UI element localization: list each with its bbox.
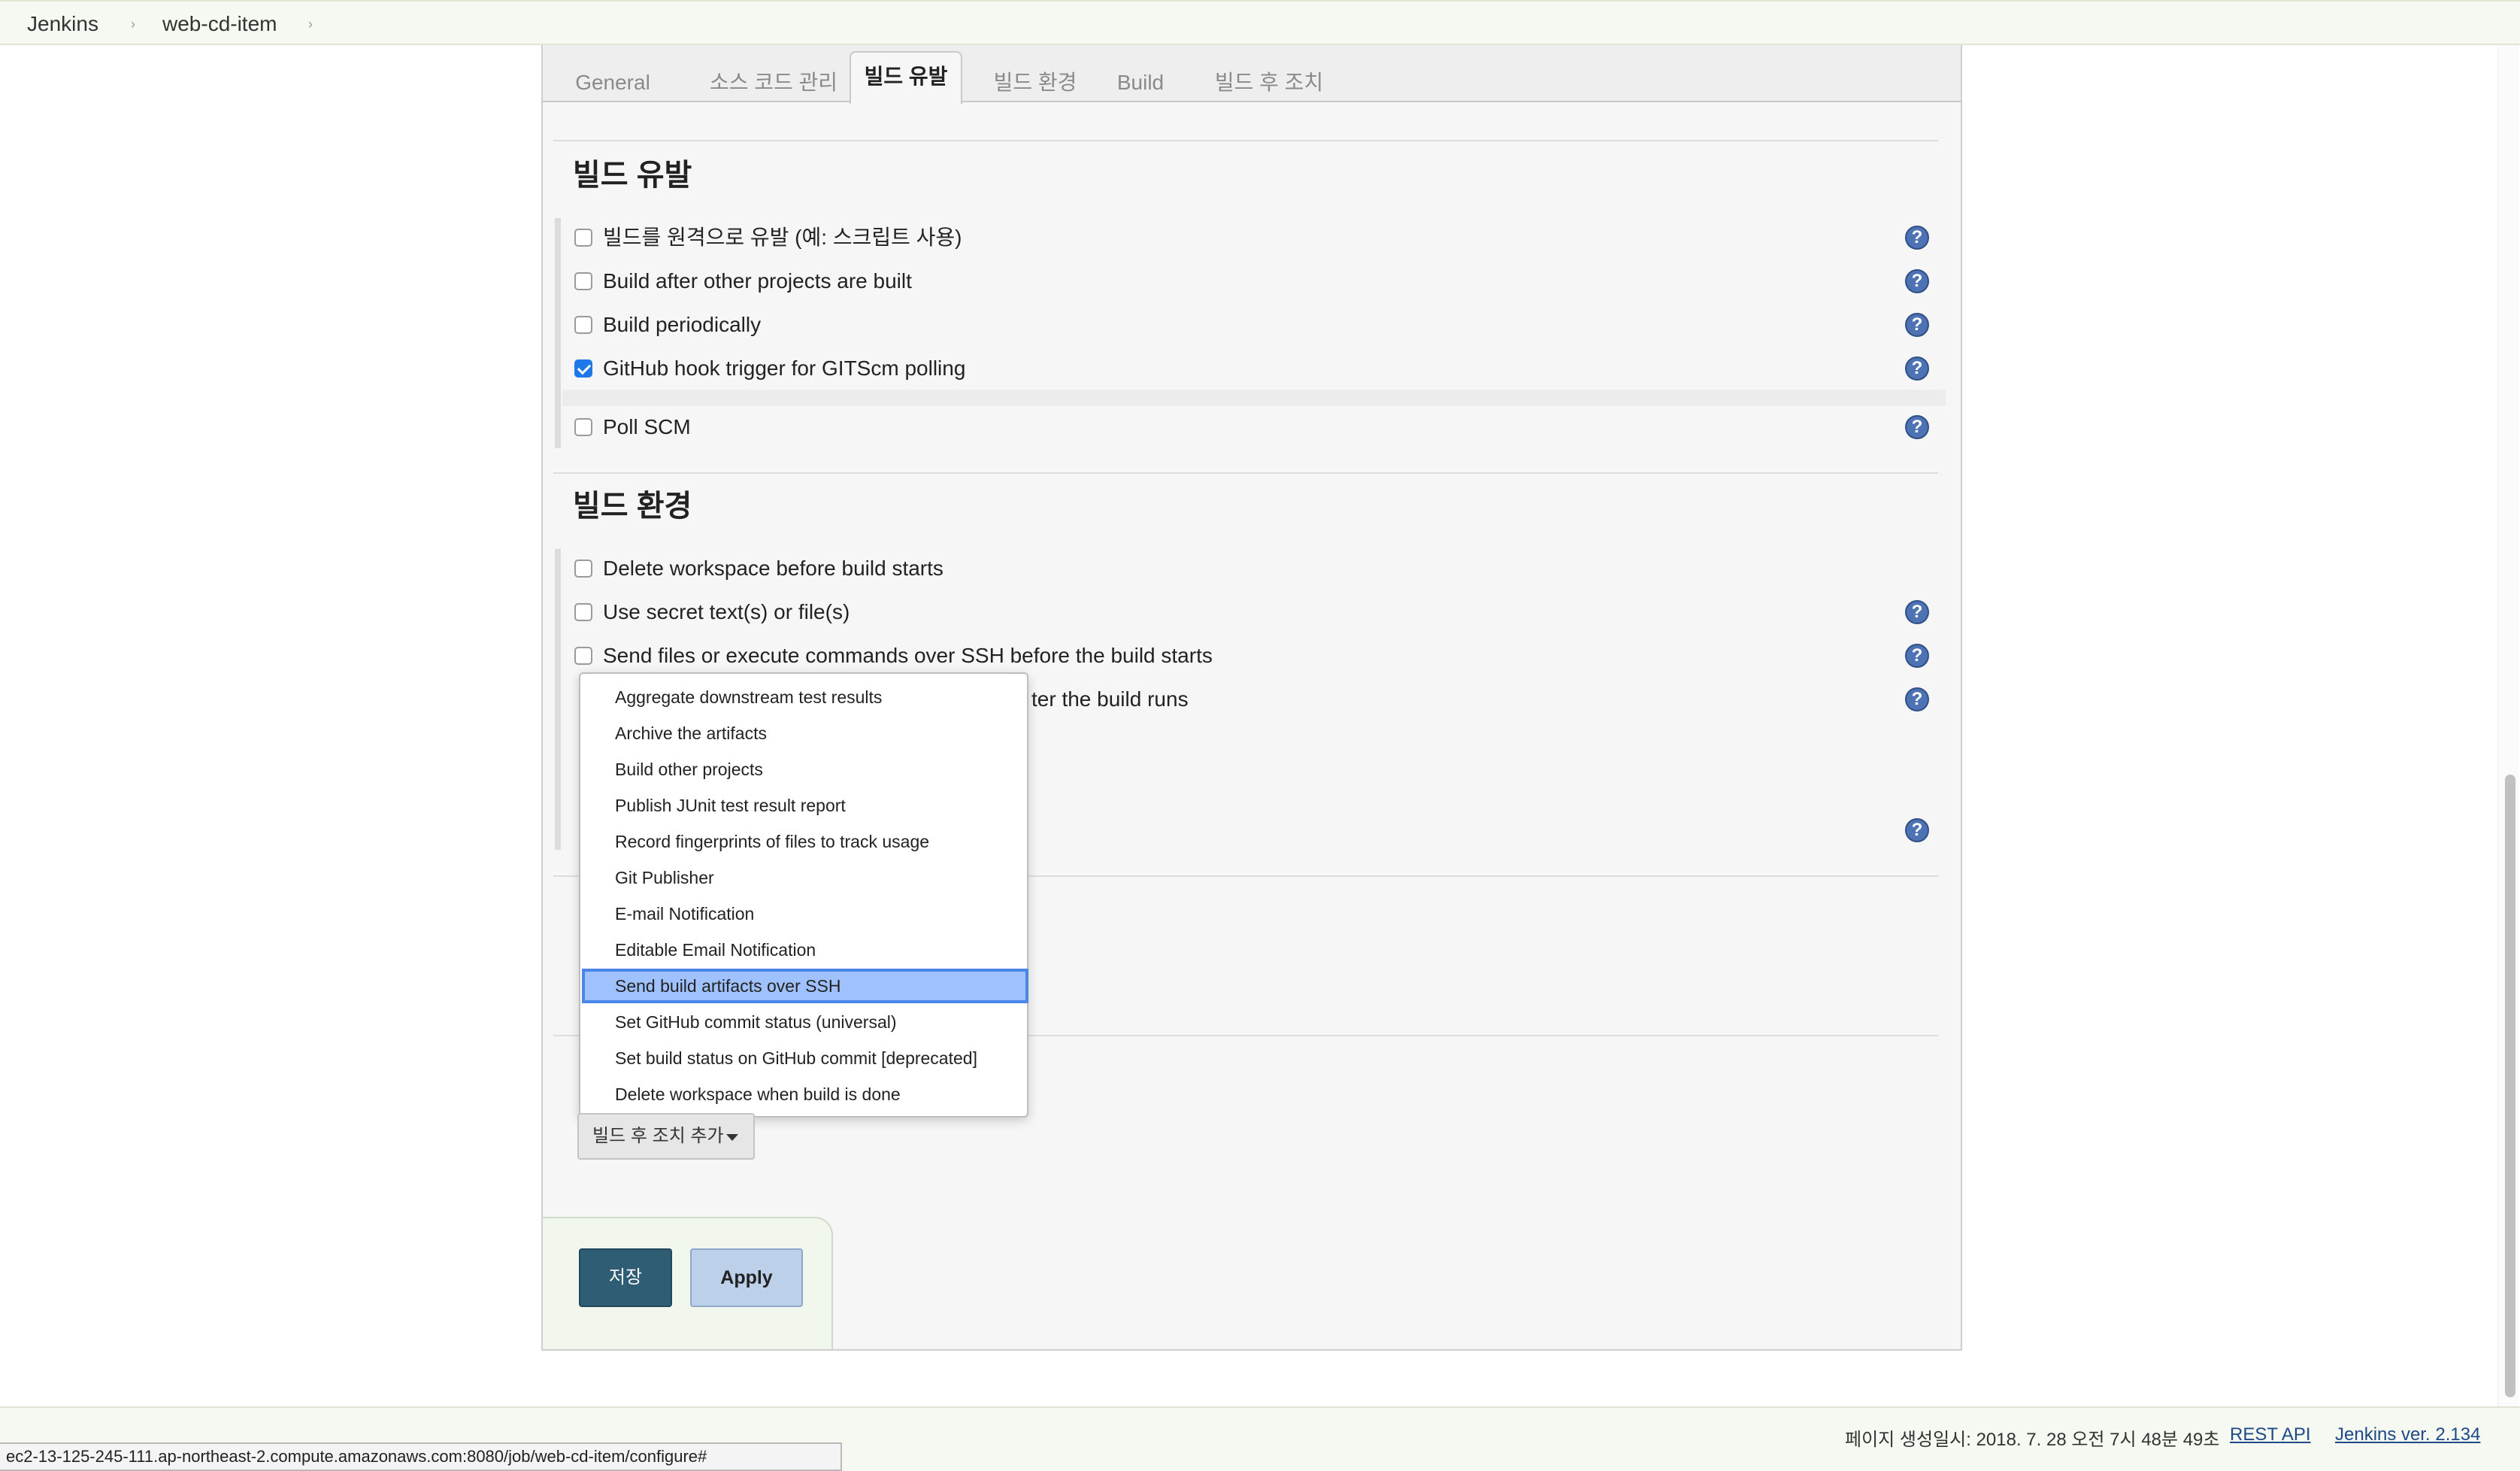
trigger-periodic-checkbox[interactable] <box>574 316 592 334</box>
help-icon[interactable]: ? <box>1905 415 1929 439</box>
trigger-periodic-label: Build periodically <box>603 313 762 336</box>
trigger-poll-scm-checkbox[interactable] <box>574 418 592 436</box>
apply-button[interactable]: Apply <box>690 1248 803 1307</box>
menu-item[interactable]: Record fingerprints of files to track us… <box>582 824 1028 859</box>
env-delete-workspace-checkbox[interactable] <box>574 560 592 578</box>
env-ssh-after-label: ter the build runs <box>1031 687 1189 711</box>
caret-down-icon <box>726 1134 738 1141</box>
jenkins-version-link[interactable]: Jenkins ver. 2.134 <box>2335 1424 2480 1445</box>
env-secret-checkbox[interactable] <box>574 603 592 621</box>
trigger-github-hook-label: GitHub hook trigger for GITScm polling <box>603 356 966 380</box>
add-post-build-action-label: 빌드 후 조치 추가 <box>592 1126 724 1146</box>
tab-general[interactable]: General <box>556 60 669 102</box>
menu-item[interactable]: Set build status on GitHub commit [depre… <box>582 1041 1028 1075</box>
help-icon[interactable]: ? <box>1905 687 1929 711</box>
section-title-build-environment: 빌드 환경 <box>573 490 692 523</box>
rest-api-link[interactable]: REST API <box>2230 1424 2311 1445</box>
page-generated-time: 페이지 생성일시: 2018. 7. 28 오전 7시 48분 49초 <box>1845 1430 2220 1450</box>
trigger-after-other-label: Build after other projects are built <box>603 269 912 293</box>
tab-bar: General 소스 코드 관리 빌드 유발 빌드 환경 Build 빌드 후 … <box>541 45 1962 104</box>
help-icon[interactable]: ? <box>1905 226 1929 250</box>
menu-item[interactable]: Delete workspace when build is done <box>582 1077 1028 1112</box>
help-icon[interactable]: ? <box>1905 818 1929 842</box>
help-icon[interactable]: ? <box>1905 313 1929 337</box>
help-icon[interactable]: ? <box>1905 356 1929 381</box>
status-bar-url: ec2-13-125-245-111.ap-northeast-2.comput… <box>0 1442 842 1471</box>
row-separator <box>562 390 1946 406</box>
menu-item[interactable]: Publish JUnit test result report <box>582 788 1028 823</box>
menu-item[interactable]: Editable Email Notification <box>582 933 1028 967</box>
env-secret-label: Use secret text(s) or file(s) <box>603 600 850 623</box>
trigger-after-other-checkbox[interactable] <box>574 272 592 290</box>
section-left-bar <box>555 549 561 850</box>
help-icon[interactable]: ? <box>1905 269 1929 293</box>
env-ssh-before-label: Send files or execute commands over SSH … <box>603 644 1213 667</box>
breadcrumb: Jenkins › web-cd-item › <box>0 0 2520 45</box>
tab-build-triggers[interactable]: 빌드 유발 <box>850 51 962 104</box>
help-icon[interactable]: ? <box>1905 644 1929 668</box>
post-build-action-menu: Aggregate downstream test results Archiv… <box>579 672 1028 1118</box>
menu-item[interactable]: Git Publisher <box>582 860 1028 895</box>
tab-source-code[interactable]: 소스 코드 관리 <box>686 60 862 102</box>
env-ssh-before-checkbox[interactable] <box>574 647 592 665</box>
tab-build[interactable]: Build <box>1099 60 1182 102</box>
breadcrumb-web-cd-item[interactable]: web-cd-item <box>162 2 277 47</box>
section-divider <box>553 140 1938 141</box>
menu-item[interactable]: Aggregate downstream test results <box>582 680 1028 714</box>
trigger-remote-label: 빌드를 원격으로 유발 (예: 스크립트 사용) <box>603 226 962 249</box>
trigger-github-hook-checkbox[interactable] <box>574 359 592 378</box>
menu-item-selected[interactable]: Send build artifacts over SSH <box>582 969 1028 1003</box>
add-post-build-action-button[interactable]: 빌드 후 조치 추가 <box>577 1113 755 1160</box>
tab-build-environment[interactable]: 빌드 환경 <box>979 60 1092 102</box>
menu-item[interactable]: Set GitHub commit status (universal) <box>582 1005 1028 1039</box>
menu-item[interactable]: Archive the artifacts <box>582 716 1028 751</box>
section-left-bar <box>555 218 561 448</box>
tab-post-build[interactable]: 빌드 후 조치 <box>1194 60 1344 102</box>
chevron-right-icon: › <box>131 17 135 32</box>
menu-item[interactable]: Build other projects <box>582 752 1028 787</box>
scrollbar-thumb[interactable] <box>2505 775 2515 1397</box>
section-title-build-triggers: 빌드 유발 <box>573 159 692 192</box>
env-delete-workspace-label: Delete workspace before build starts <box>603 557 943 580</box>
breadcrumb-jenkins[interactable]: Jenkins <box>27 2 98 47</box>
help-icon[interactable]: ? <box>1905 600 1929 624</box>
section-divider <box>553 472 1938 474</box>
menu-item[interactable]: E-mail Notification <box>582 896 1028 931</box>
save-button[interactable]: 저장 <box>579 1248 672 1307</box>
trigger-remote-checkbox[interactable] <box>574 229 592 247</box>
chevron-right-icon[interactable]: › <box>308 2 313 47</box>
trigger-poll-scm-label: Poll SCM <box>603 415 691 438</box>
